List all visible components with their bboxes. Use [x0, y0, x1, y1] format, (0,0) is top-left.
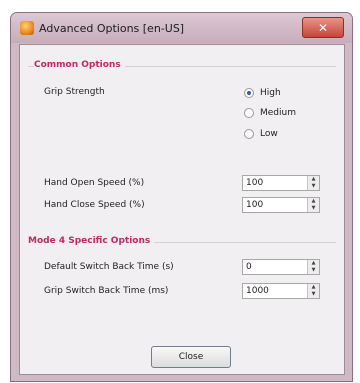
radio-label: Low	[260, 129, 278, 139]
spin-up-icon[interactable]: ▲	[308, 260, 319, 267]
mode4-options-header: Mode 4 Specific Options	[28, 236, 155, 246]
common-options-header: Common Options	[34, 60, 125, 70]
window-close-button[interactable]: ✕	[302, 17, 344, 38]
title-bar[interactable]: Advanced Options [en-US] ✕	[11, 13, 352, 43]
stepper-buttons[interactable]: ▲ ▼	[307, 284, 319, 298]
grip-switch-back-stepper[interactable]: 1000 ▲ ▼	[242, 283, 320, 299]
stepper-buttons[interactable]: ▲ ▼	[307, 198, 319, 212]
stepper-buttons[interactable]: ▲ ▼	[307, 260, 319, 274]
spin-up-icon[interactable]: ▲	[308, 198, 319, 205]
dialog-window: Advanced Options [en-US] ✕ Common Option…	[10, 12, 353, 382]
grip-switch-back-label: Grip Switch Back Time (ms)	[44, 286, 169, 296]
hand-close-speed-stepper[interactable]: 100 ▲ ▼	[242, 197, 320, 213]
radio-unselected-icon	[244, 129, 254, 139]
radio-label: High	[260, 88, 281, 98]
spin-up-icon[interactable]: ▲	[308, 176, 319, 183]
radio-selected-icon	[244, 88, 254, 98]
grip-low-radio[interactable]: Low	[244, 129, 278, 139]
window-title: Advanced Options [en-US]	[39, 22, 185, 35]
hand-close-speed-label: Hand Close Speed (%)	[44, 200, 145, 210]
grip-high-radio[interactable]: High	[244, 88, 281, 98]
spin-down-icon[interactable]: ▼	[308, 205, 319, 212]
radio-label: Medium	[260, 108, 296, 118]
radio-unselected-icon	[244, 108, 254, 118]
default-switch-back-stepper[interactable]: 0 ▲ ▼	[242, 259, 320, 275]
spin-down-icon[interactable]: ▼	[308, 183, 319, 190]
stepper-buttons[interactable]: ▲ ▼	[307, 176, 319, 190]
hand-open-speed-stepper[interactable]: 100 ▲ ▼	[242, 175, 320, 191]
spin-down-icon[interactable]: ▼	[308, 267, 319, 274]
close-button[interactable]: Close	[151, 346, 231, 368]
hand-open-speed-label: Hand Open Speed (%)	[44, 178, 145, 188]
grip-medium-radio[interactable]: Medium	[244, 108, 296, 118]
spin-down-icon[interactable]: ▼	[308, 291, 319, 298]
default-switch-back-label: Default Switch Back Time (s)	[44, 262, 174, 272]
dialog-content: Common Options Grip Strength High Medium…	[19, 44, 345, 375]
grip-strength-label: Grip Strength	[44, 87, 105, 97]
stepper-value: 100	[246, 200, 264, 210]
stepper-value: 100	[246, 178, 264, 188]
stepper-value: 1000	[246, 286, 269, 296]
close-icon: ✕	[317, 20, 329, 35]
spin-up-icon[interactable]: ▲	[308, 284, 319, 291]
app-logo-icon	[20, 21, 34, 35]
stepper-value: 0	[246, 262, 252, 272]
